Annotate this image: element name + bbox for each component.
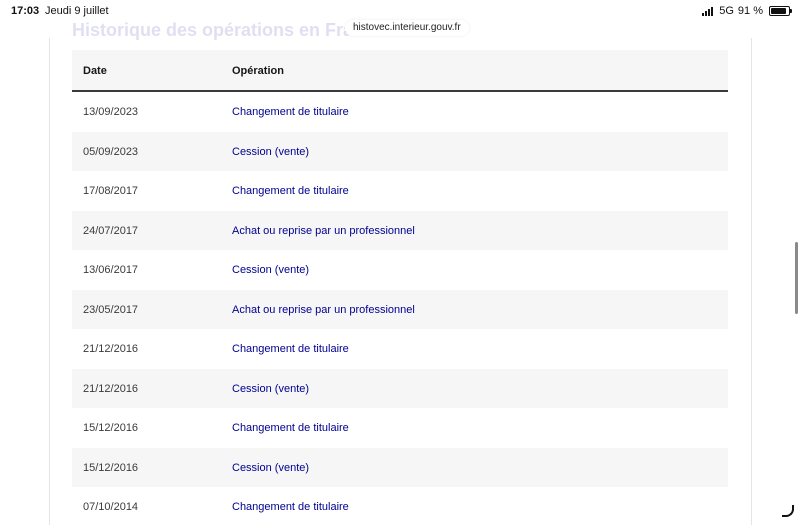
table-row: 21/12/2016 Cession (vente) [72, 368, 728, 408]
row-date: 07/10/2014 [83, 501, 139, 513]
row-date: 21/12/2016 [83, 343, 139, 355]
row-operation-link[interactable]: Cession (vente) [232, 383, 309, 395]
network-label: 5G [719, 5, 734, 17]
column-header-date: Date [83, 65, 107, 77]
table-row: 23/05/2017 Achat ou reprise par un profes… [72, 289, 728, 329]
row-operation-link[interactable]: Cession (vente) [232, 462, 309, 474]
battery-percent: 91 % [737, 5, 763, 17]
page-title: Historique des opérations en France [72, 20, 385, 40]
row-date: 21/12/2016 [83, 382, 139, 395]
row-operation-link[interactable]: Changement de titulaire [232, 422, 349, 434]
operations-table: Date Opération 13/09/2023 Changement de t… [72, 50, 728, 527]
row-date: 13/09/2023 [83, 106, 139, 118]
table-row: 17/08/2017 Changement de titulaire [72, 171, 728, 211]
signal-icon [702, 6, 714, 16]
row-date: 15/12/2016 [83, 461, 139, 474]
row-operation-link[interactable]: Changement de titulaire [232, 185, 349, 197]
table-row: 21/12/2016 Changement de titulaire [72, 329, 728, 369]
row-operation-link[interactable]: Changement de titulaire [232, 501, 349, 513]
row-date: 23/05/2017 [83, 303, 139, 316]
row-operation-link[interactable]: Changement de titulaire [232, 343, 349, 355]
scrollbar[interactable] [795, 242, 798, 314]
row-date: 15/12/2016 [83, 422, 139, 434]
row-operation-link[interactable]: Cession (vente) [232, 146, 309, 158]
battery-icon [769, 6, 792, 16]
row-operation-link[interactable]: Cession (vente) [232, 264, 309, 276]
row-date: 24/07/2017 [83, 224, 139, 237]
table-row: 13/06/2017 Cession (vente) [72, 250, 728, 290]
row-operation-link[interactable]: Achat ou reprise par un professionnel [232, 225, 415, 237]
table-row: 05/09/2023 Cession (vente) [72, 131, 728, 171]
address-bar[interactable]: histovec.interieur.gouv.fr [345, 20, 469, 36]
status-indicators: 5G 91 % [702, 5, 792, 17]
table-row: 13/09/2023 Changement de titulaire [72, 92, 728, 132]
row-operation-link[interactable]: Changement de titulaire [232, 106, 349, 118]
status-date: Jeudi 9 juillet [45, 5, 109, 17]
table-row: 24/07/2017 Achat ou reprise par un profes… [72, 210, 728, 250]
column-header-operation: Opération [232, 65, 284, 77]
row-date: 05/09/2023 [83, 145, 139, 158]
table-row: 07/10/2014 Changement de titulaire [72, 487, 728, 527]
table-row: 15/12/2016 Cession (vente) [72, 447, 728, 487]
row-date: 13/06/2017 [83, 264, 139, 276]
table-row: 15/12/2016 Changement de titulaire [72, 408, 728, 448]
status-time: 17:03 [11, 5, 40, 17]
row-operation-link[interactable]: Achat ou reprise par un professionnel [232, 304, 415, 316]
table-header: Date Opération [72, 50, 728, 92]
refresh-icon[interactable] [782, 505, 794, 517]
row-date: 17/08/2017 [83, 185, 139, 197]
